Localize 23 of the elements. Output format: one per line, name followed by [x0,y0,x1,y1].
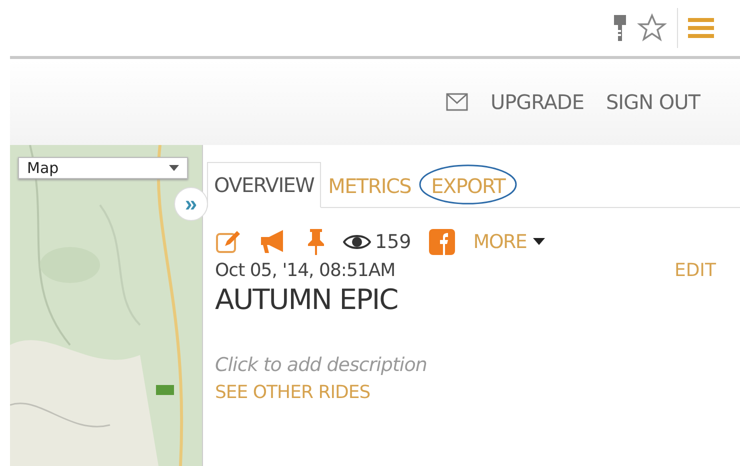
caret-icon [169,165,179,171]
description-placeholder[interactable]: Click to add description [215,354,724,376]
mail-icon[interactable] [446,93,468,111]
header-link[interactable]: UPGRADE [490,90,584,114]
ride-date: Oct 05, '14, 08:51AM [215,260,396,281]
tab[interactable]: METRICS [321,162,418,208]
star-icon[interactable] [637,13,667,43]
edit-icon[interactable] [215,229,241,255]
menu-icon[interactable] [688,15,714,41]
more-button[interactable]: MORE [473,231,545,253]
pin-icon[interactable] [307,228,325,256]
key-icon[interactable] [613,13,627,43]
caret-icon [532,238,545,246]
edit-link[interactable]: EDIT [674,260,716,281]
tab[interactable]: OVERVIEW [207,162,322,208]
eye-icon [343,232,371,252]
view-count: 159 [375,231,412,253]
tab[interactable]: EXPORT [424,162,512,208]
facebook-icon[interactable] [429,229,456,255]
ride-title: AUTUMN EPIC [215,283,399,316]
see-other-rides-link[interactable]: SEE OTHER RIDES [215,382,724,403]
header-link[interactable]: SIGN OUT [606,90,700,114]
map-type-select[interactable]: Map [18,157,188,179]
